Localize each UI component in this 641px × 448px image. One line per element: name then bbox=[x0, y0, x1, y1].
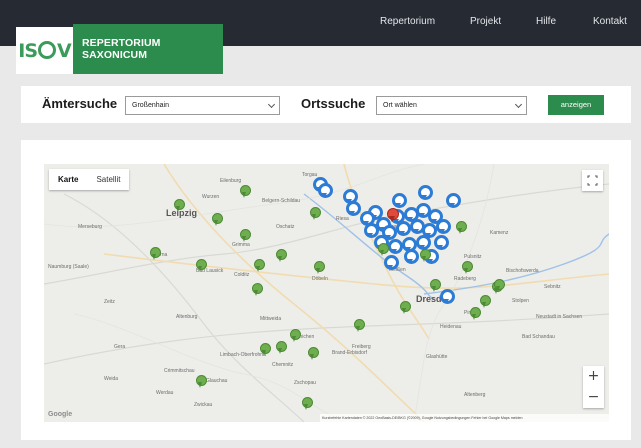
ort-select[interactable]: Ort wählen bbox=[376, 96, 527, 115]
place-label: Oschatz bbox=[276, 224, 295, 230]
fullscreen-icon bbox=[587, 175, 598, 186]
place-label: Brand-Erbisdorf bbox=[332, 350, 368, 356]
place-label: Pulsnitz bbox=[464, 254, 482, 260]
place-label: Wurzen bbox=[202, 194, 220, 200]
nav-projekt[interactable]: Projekt bbox=[470, 16, 501, 27]
site-title: REPERTORIUM SAXONICUM bbox=[82, 37, 161, 61]
amt-select[interactable]: Großenhain bbox=[125, 96, 280, 115]
place-label: Weida bbox=[104, 376, 119, 382]
place-label: Zschopau bbox=[294, 380, 316, 386]
place-label: Glashütte bbox=[426, 354, 448, 360]
place-label: Werdau bbox=[156, 390, 174, 396]
place-label: Altenberg bbox=[464, 392, 486, 398]
search-panel: Ämtersuche Großenhain Ortssuche Ort wähl… bbox=[21, 86, 631, 123]
map-canvas[interactable]: Leipzig Dresden Riesa Meißen Chemnitz Fr… bbox=[44, 164, 609, 422]
place-label: Eilenburg bbox=[220, 178, 242, 184]
place-label: Torgau bbox=[302, 172, 318, 178]
place-label: Sebnitz bbox=[544, 284, 561, 290]
place-label: Naumburg (Saale) bbox=[48, 264, 89, 270]
map-roads bbox=[44, 164, 609, 422]
amt-select-value: Großenhain bbox=[132, 102, 169, 109]
place-label: Belgern-Schildau bbox=[262, 198, 301, 204]
chevron-down-icon bbox=[267, 100, 276, 109]
place-label: Zeitz bbox=[104, 299, 115, 305]
place-label: Colditz bbox=[234, 272, 250, 278]
place-label: Heidenau bbox=[440, 324, 462, 330]
amt-search-label: Ämtersuche bbox=[42, 96, 118, 111]
place-label: Merseburg bbox=[78, 224, 102, 230]
place-label: Mittweida bbox=[260, 316, 282, 322]
place-label: Bischofswerda bbox=[506, 268, 539, 274]
zoom-control: + − bbox=[583, 366, 604, 408]
logo-mark: IS V bbox=[18, 39, 71, 62]
chevron-down-icon bbox=[514, 100, 523, 109]
tab-karte[interactable]: Karte bbox=[49, 169, 87, 190]
ort-search-label: Ortssuche bbox=[301, 96, 366, 111]
show-button[interactable]: anzeigen bbox=[548, 95, 604, 115]
place-label: Neustadt in Sachsen bbox=[536, 314, 583, 320]
place-label: Limbach-Oberfrohna bbox=[220, 352, 266, 358]
place-label: Radeberg bbox=[454, 276, 476, 282]
zoom-out-button[interactable]: − bbox=[583, 387, 604, 408]
place-label: Gera bbox=[114, 344, 126, 350]
ort-select-value: Ort wählen bbox=[383, 102, 417, 109]
place-label: Bad Schandau bbox=[522, 334, 555, 340]
zoom-in-button[interactable]: + bbox=[583, 366, 604, 387]
nav-hilfe[interactable]: Hilfe bbox=[536, 16, 556, 27]
tab-satellit[interactable]: Satellit bbox=[87, 169, 129, 190]
google-logo: Google bbox=[48, 411, 73, 418]
map-type-toggle: Karte Satellit bbox=[49, 169, 130, 190]
site-title-banner[interactable]: REPERTORIUM SAXONICUM bbox=[73, 24, 223, 74]
place-label: Döbeln bbox=[312, 276, 328, 282]
place-label: Stolpen bbox=[512, 298, 529, 304]
place-label: Chemnitz bbox=[272, 362, 294, 368]
place-label: Glauchau bbox=[206, 378, 228, 384]
map-attribution: Kurzbefehle Kartendaten © 2022 GeoBasis-… bbox=[320, 414, 609, 422]
fullscreen-button[interactable] bbox=[582, 170, 603, 191]
nav-kontakt[interactable]: Kontakt bbox=[593, 16, 627, 27]
isgv-logo[interactable]: IS V bbox=[16, 27, 73, 74]
place-label: Kamenz bbox=[490, 230, 509, 236]
place-label: Grimma bbox=[232, 242, 250, 248]
place-label: Altenburg bbox=[176, 314, 198, 320]
place-label: Zwickau bbox=[194, 402, 213, 408]
place-label: Crimmitschau bbox=[164, 368, 195, 374]
place-label: Riesa bbox=[336, 216, 349, 222]
nav-repertorium[interactable]: Repertorium bbox=[380, 16, 435, 27]
